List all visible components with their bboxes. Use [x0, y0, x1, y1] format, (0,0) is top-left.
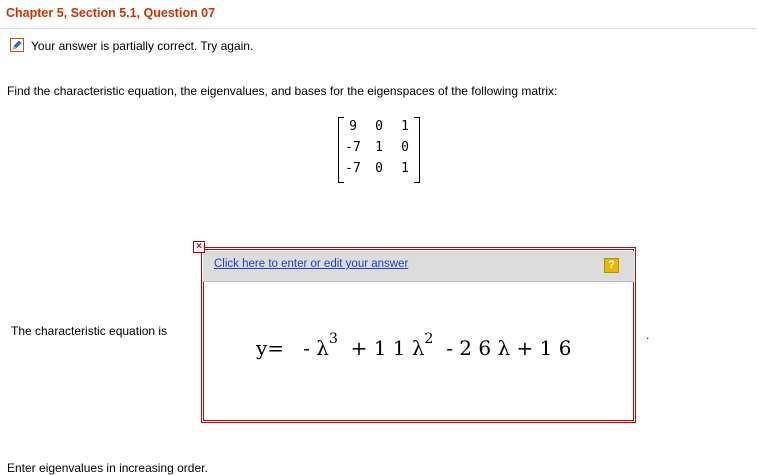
equation-exponent: 2 [424, 331, 434, 347]
matrix-cell: -7 [345, 140, 361, 155]
matrix-cell: 1 [375, 140, 383, 155]
matrix-cell: 1 [401, 161, 409, 176]
equation-term: - λ [303, 336, 329, 360]
edit-answer-link[interactable]: Click here to enter or edit your answer [214, 258, 408, 270]
equation-term: + 1 1 λ [350, 336, 425, 360]
equation-term: - 2 6 λ + 1 6 [446, 336, 572, 360]
characteristic-equation-label: The characteristic equation is [11, 324, 168, 338]
help-button[interactable]: ? [604, 258, 619, 273]
eigenvalues-prompt: Enter eigenvalues in increasing order. [7, 461, 208, 475]
matrix: 9 0 1 -7 1 0 -7 0 1 [338, 117, 420, 183]
equation-lhs: y= [256, 336, 285, 360]
matrix-cell: -7 [345, 161, 361, 176]
equation-exponent: 3 [328, 331, 338, 347]
matrix-cell: 0 [375, 161, 383, 176]
matrix-cell: 1 [401, 119, 409, 134]
question-prompt: Find the characteristic equation, the ei… [7, 84, 558, 98]
matrix-cell: 0 [401, 140, 409, 155]
characteristic-equation: y= - λ3 + 1 1 λ2 - 2 6 λ + 1 6 [256, 331, 572, 360]
matrix-cell: 9 [349, 119, 357, 134]
page-title: Chapter 5, Section 5.1, Question 07 [6, 6, 216, 20]
pencil-icon [10, 38, 24, 52]
matrix-cell: 0 [375, 119, 383, 134]
close-icon[interactable]: × [193, 241, 205, 253]
trailing-period: . [646, 328, 650, 342]
status-message: Your answer is partially correct. Try ag… [31, 39, 254, 53]
